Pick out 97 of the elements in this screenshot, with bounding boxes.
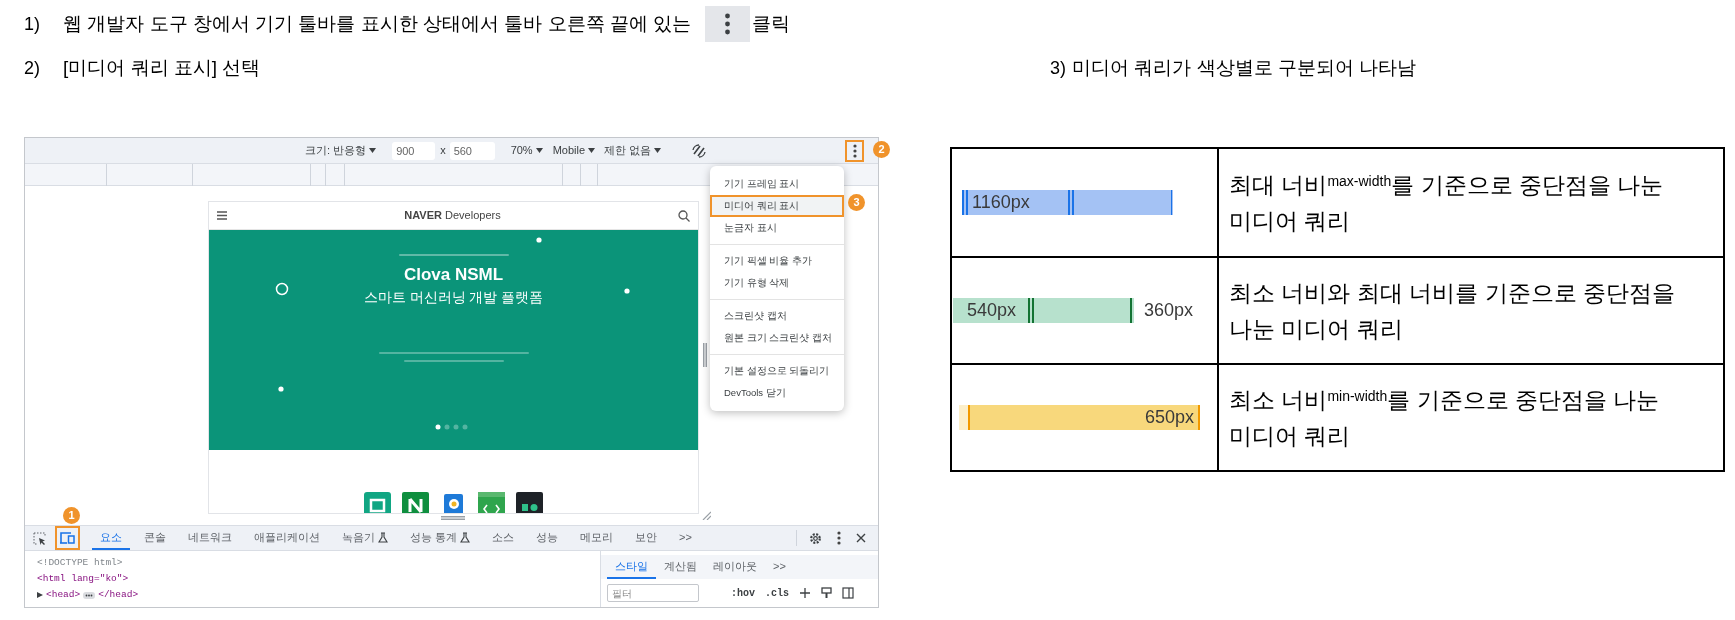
resize-handle-icon — [701, 510, 711, 520]
menu-icon — [217, 211, 227, 220]
hero-subtitle: 스마트 머신러닝 개발 플랫폼 — [363, 288, 544, 307]
menu-item[interactable]: 스크린샷 캡처 — [710, 305, 844, 327]
decoration-dot — [536, 237, 542, 243]
pane-tab[interactable]: 레이아웃 — [705, 555, 765, 579]
description-text: 최대 너비$^{max-width}$를 기준으로 중단점을 나눈 미디어 쿼리 — [1229, 170, 1665, 236]
breakpoint-marker — [1028, 298, 1030, 323]
breakpoint-marker — [1198, 405, 1200, 430]
flask-icon — [460, 531, 471, 543]
breakpoint-label: 540px — [967, 299, 1017, 322]
panel-tab[interactable]: 콘솔 — [136, 526, 174, 550]
drag-handle-icon — [703, 343, 707, 367]
breakpoint-label: 360px — [1144, 299, 1194, 322]
breakpoint-label: 1160px — [972, 191, 1030, 214]
dropdown[interactable]: Mobile — [552, 142, 596, 159]
close-icon[interactable] — [856, 533, 866, 543]
ellipsis-icon[interactable] — [83, 591, 96, 599]
caret-icon — [535, 148, 543, 153]
inspect-icon[interactable] — [33, 531, 46, 545]
more-options-icon[interactable] — [836, 530, 842, 546]
more-options-icon — [851, 142, 858, 159]
decoration-dot — [278, 386, 284, 392]
breakpoint-marker — [968, 405, 970, 430]
code-tag: </head> — [98, 587, 139, 603]
device-toolbar-button[interactable] — [55, 526, 80, 550]
menu-item[interactable]: 원본 크기 스크린샷 캡처 — [710, 327, 844, 349]
menu-item[interactable]: 미디어 쿼리 표시 — [710, 195, 844, 217]
code-tag: <head> — [46, 587, 81, 603]
brand-logo: NAVER Developers — [404, 208, 501, 224]
menu-item[interactable]: 기기 픽셀 비율 추가 — [710, 250, 844, 272]
dropdown[interactable]: 제한 없음 — [604, 142, 662, 159]
breakpoint-marker — [1171, 190, 1172, 215]
description-text: 최소 너비$^{min-width}$를 기준으로 중단점을 나눈 미디어 쿼리 — [1229, 385, 1661, 451]
step-number: 1) — [24, 12, 41, 36]
menu-item[interactable]: DevTools 닫기 — [710, 382, 844, 404]
filter-input[interactable]: 필터 — [607, 584, 699, 602]
expand-triangle-icon[interactable] — [37, 592, 43, 598]
search-icon[interactable] — [678, 209, 690, 222]
step-text: 웹 개발자 도구 창에서 기기 툴바를 표시한 상태에서 툴바 오른쪽 끝에 있는 — [63, 11, 692, 36]
height-input[interactable]: 560 — [449, 141, 495, 160]
toggle-button[interactable]: .cls — [765, 585, 790, 601]
hero-title: Clova NSML — [403, 264, 504, 286]
pane-tab[interactable]: >> — [765, 555, 794, 579]
decoration-dot — [624, 288, 630, 294]
paint-bucket-icon[interactable] — [821, 587, 833, 599]
step-badge: 2 — [873, 141, 890, 158]
ring-icon — [275, 282, 289, 296]
step-number: 3) — [1050, 56, 1066, 80]
carousel-indicator-icon — [435, 424, 469, 430]
pane-tab[interactable]: 스타일 — [607, 555, 656, 579]
step-number: 2) — [24, 56, 41, 80]
toggle-button[interactable]: :hov — [731, 585, 755, 601]
panel-tab[interactable]: 성능 통계 — [402, 526, 479, 550]
step-text: 클릭 — [752, 11, 791, 36]
breakpoint-marker — [1068, 190, 1070, 215]
drag-handle-icon — [441, 516, 465, 520]
more-options-icon — [705, 6, 751, 42]
breakpoint-label: 650px — [1144, 406, 1194, 429]
description-text: 최소 너비와 최대 너비를 기준으로 중단점을 나눈 미디어 쿼리 — [1229, 278, 1676, 344]
pane-tab[interactable]: 계산됨 — [656, 555, 705, 579]
panel-tab[interactable]: 메모리 — [572, 526, 622, 550]
panel-tab[interactable]: 성능 — [528, 526, 567, 550]
dropdown[interactable]: 70% — [510, 142, 543, 159]
dropdown[interactable]: 크기: 반응형 — [305, 142, 377, 159]
code-line: <html lang="ko"> — [37, 572, 129, 586]
menu-item[interactable]: 기본 설정으로 되돌리기 — [710, 360, 844, 382]
panel-tab[interactable]: 보안 — [627, 526, 666, 550]
flask-icon — [378, 531, 388, 543]
code-line: <!DOCTYPE html> — [37, 556, 123, 570]
breakpoint-marker — [1130, 298, 1132, 323]
sidebar-toggle-icon[interactable] — [842, 587, 855, 599]
caret-icon — [588, 148, 596, 153]
panel-tab[interactable]: 녹음기 — [334, 526, 396, 550]
step-text: [미디어 쿼리 표시] 선택 — [63, 55, 261, 80]
menu-item[interactable]: 기기 프레임 표시 — [710, 173, 844, 195]
panel-tab[interactable]: >> — [671, 526, 700, 550]
plus-icon[interactable] — [799, 587, 812, 599]
width-input[interactable]: 900 — [392, 141, 436, 160]
more-options-button[interactable] — [845, 139, 864, 162]
caret-icon — [654, 148, 662, 153]
device-icon — [60, 532, 75, 544]
breakpoint-marker — [962, 190, 964, 215]
app-icon — [516, 492, 543, 513]
step-text: 미디어 쿼리가 색상별로 구분되어 나타남 — [1072, 55, 1417, 80]
times-sign: x — [440, 143, 446, 159]
breakpoint-marker — [966, 190, 968, 215]
rotate-icon[interactable] — [691, 142, 708, 159]
settings-icon[interactable] — [809, 531, 822, 545]
panel-tab[interactable]: 소스 — [484, 526, 523, 550]
panel-tab[interactable]: 애플리케이션 — [246, 526, 328, 550]
panel-tab[interactable]: 네트워크 — [180, 526, 240, 550]
menu-item[interactable]: 눈금자 표시 — [710, 217, 844, 239]
caret-icon — [369, 148, 377, 153]
breakpoint-marker — [1072, 190, 1074, 215]
menu-item[interactable]: 기기 유형 삭제 — [710, 272, 844, 294]
breakpoint-marker — [1032, 298, 1034, 323]
